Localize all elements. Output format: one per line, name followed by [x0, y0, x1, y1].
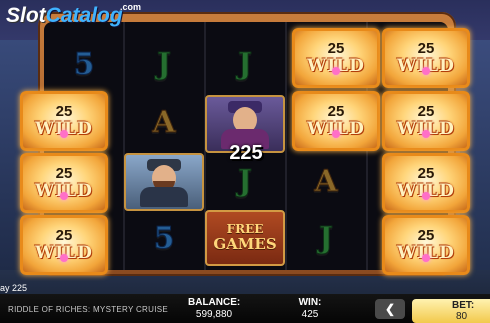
- coat-icon: [140, 187, 188, 207]
- wild-multiplier: 25: [327, 40, 345, 57]
- slotcatalog-logo: SlotCatalog .com: [6, 2, 141, 28]
- win-amount-overlay: 225: [229, 142, 263, 164]
- gem-icon: [332, 130, 340, 138]
- captain-portrait-symbol: [124, 153, 204, 211]
- wild-multiplier: 25: [55, 227, 73, 244]
- logo-part2: Catalog: [45, 4, 123, 27]
- symbol-jack-label: J: [318, 221, 334, 256]
- symbol-five: 5: [124, 210, 204, 268]
- free-games-line2: GAMES: [213, 235, 277, 254]
- symbol-ace: A: [286, 153, 366, 211]
- symbol-ace-label: A: [152, 105, 176, 140]
- gem-icon: [422, 130, 430, 138]
- wild-symbol: 25 WILD: [382, 91, 470, 151]
- balance-label: BALANCE:: [188, 297, 241, 308]
- wild-multiplier: 25: [417, 40, 435, 57]
- chevron-left-icon: ❮: [384, 302, 396, 316]
- symbol-jack-label: J: [156, 47, 172, 82]
- gem-icon: [422, 67, 430, 75]
- wild-multiplier: 25: [417, 103, 435, 120]
- win-value: 425: [301, 309, 319, 320]
- gem-icon: [422, 192, 430, 200]
- bet-box[interactable]: BET: 80: [412, 299, 490, 323]
- symbol-jack: J: [124, 36, 204, 94]
- wild-multiplier: 25: [417, 165, 435, 182]
- symbol-ace-label: A: [314, 164, 338, 199]
- gem-icon: [60, 130, 68, 138]
- bet-label: BET:: [452, 300, 475, 311]
- wild-symbol: 25 WILD: [382, 28, 470, 88]
- wild-symbol: 25 WILD: [292, 28, 380, 88]
- symbol-five: 5: [44, 36, 124, 94]
- logo-suffix: .com: [120, 2, 142, 12]
- symbol-five-label: 5: [153, 221, 175, 256]
- symbol-ace: A: [124, 94, 204, 152]
- logo-part1: Slot: [6, 4, 46, 27]
- game-name: RIDDLE OF RICHES: MYSTERY CRUISE: [8, 305, 168, 314]
- symbol-jack: J: [205, 36, 285, 94]
- gem-icon: [422, 254, 430, 262]
- wild-symbol: 25 WILD: [292, 91, 380, 151]
- chevron-left-button[interactable]: ❮: [375, 299, 405, 319]
- wild-symbol: 25 WILD: [382, 215, 470, 275]
- symbol-jack-label: J: [237, 47, 253, 82]
- gem-icon: [60, 254, 68, 262]
- gem-icon: [60, 192, 68, 200]
- win-label: WIN:: [298, 297, 322, 308]
- wild-symbol: 25 WILD: [20, 153, 108, 213]
- ways-text: ay 225: [0, 283, 28, 293]
- symbol-jack: J: [286, 210, 366, 268]
- wild-symbol: 25 WILD: [382, 153, 470, 213]
- symbol-five-label: 5: [73, 47, 95, 82]
- free-games-symbol: FREE GAMES: [205, 210, 285, 266]
- gem-icon: [332, 67, 340, 75]
- wild-multiplier: 25: [55, 103, 73, 120]
- wild-symbol: 25 WILD: [20, 215, 108, 275]
- bet-value: 80: [456, 311, 468, 322]
- wild-symbol: 25 WILD: [20, 91, 108, 151]
- balance-value: 599,880: [195, 309, 233, 320]
- wild-multiplier: 25: [55, 165, 73, 182]
- wild-multiplier: 25: [417, 227, 435, 244]
- symbol-jack-label: J: [237, 164, 253, 199]
- wild-multiplier: 25: [327, 103, 345, 120]
